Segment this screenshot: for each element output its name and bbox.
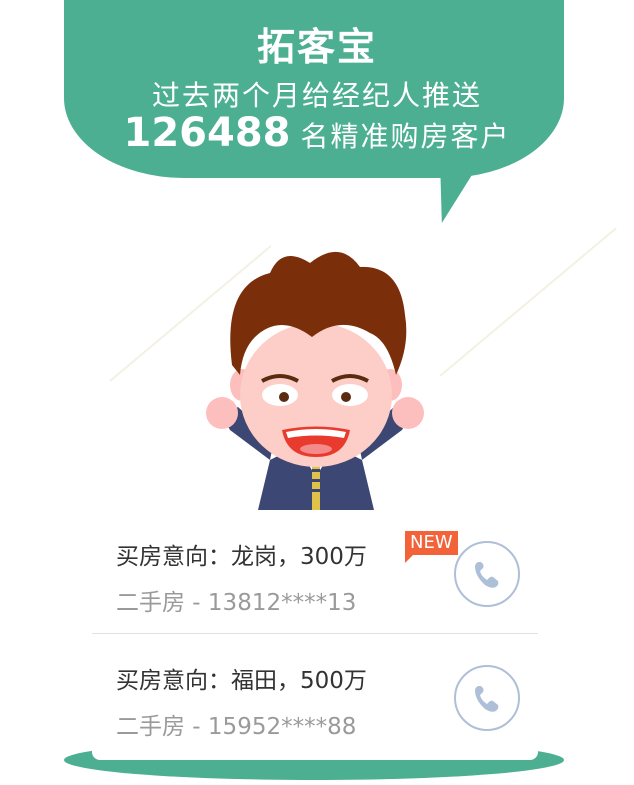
lead-item[interactable]: 买房意向：龙岗，300万 NEW 二手房 - 13812****13 (92, 515, 538, 633)
lead-item[interactable]: 买房意向：福田，500万 二手房 - 15952****88 (92, 639, 538, 757)
lead-intent: 买房意向：龙岗，300万 (116, 544, 367, 570)
lead-detail: 二手房 - 13812****13 (116, 590, 357, 616)
phone-icon[interactable] (454, 665, 520, 731)
brand-title: 拓客宝 (256, 25, 377, 69)
banner-subtitle: 过去两个月给经纪人推送 (151, 79, 482, 112)
lead-intent: 买房意向：福田，500万 (116, 668, 367, 694)
banner-stat: 126488 名精准购房客户 (0, 110, 634, 156)
cartoon-agent-illustration (206, 251, 424, 510)
new-badge-tail (405, 555, 413, 563)
customer-count: 126488 (123, 110, 291, 156)
phone-icon[interactable] (454, 541, 520, 607)
customer-count-label: 名精准购房客户 (300, 120, 511, 153)
decorative-ray (439, 227, 617, 377)
buyer-lead-card: 买房意向：龙岗，300万 NEW 二手房 - 13812****13 买房意向：… (92, 515, 538, 760)
row-divider (92, 633, 538, 634)
lead-detail: 二手房 - 15952****88 (116, 714, 357, 740)
new-badge: NEW (405, 531, 458, 555)
